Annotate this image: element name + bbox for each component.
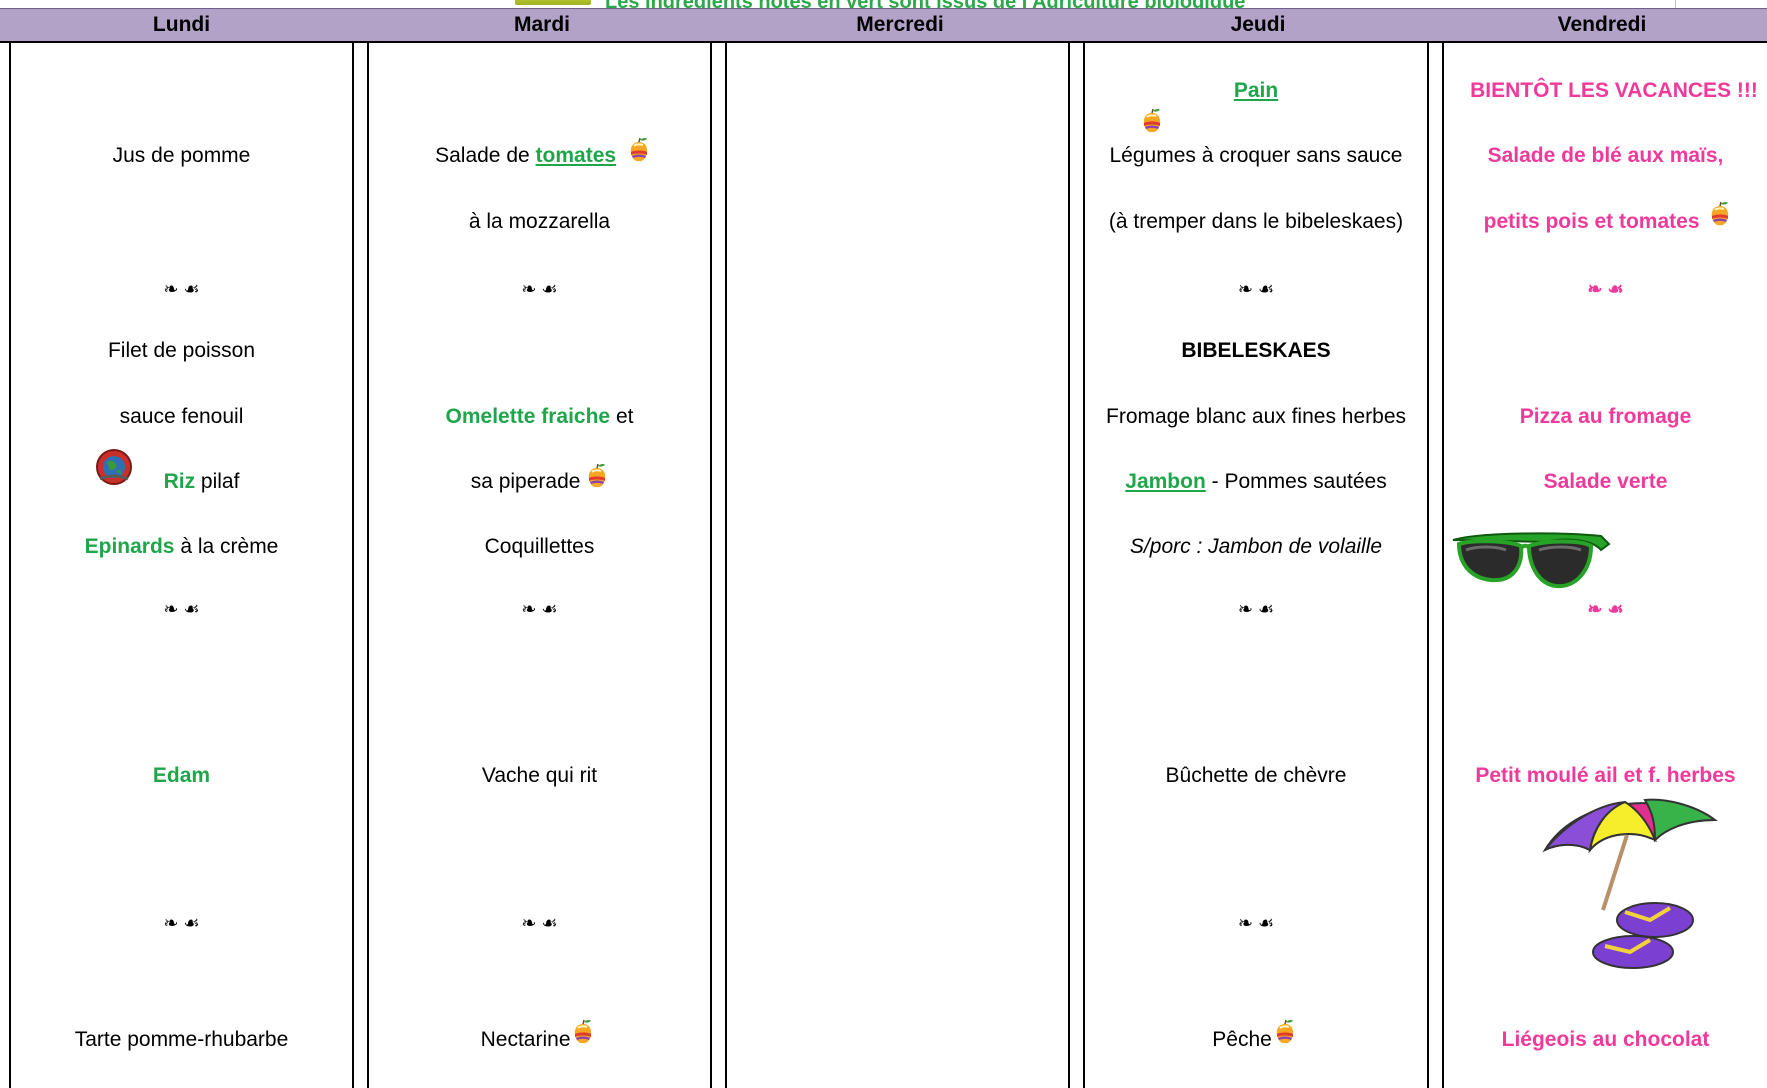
ornament-glyphs: ❧ ☙ (1587, 279, 1624, 299)
mardi-plat-2: sa piperade (369, 469, 710, 495)
bio-apple-icon (622, 143, 644, 169)
bio-legend-banner: Les ingrédients notés en vert sont issus… (0, 0, 1767, 13)
vendredi-line-1: BIENTÔT LES VACANCES !!! (1470, 79, 1758, 102)
riz-rest: pilaf (200, 470, 240, 493)
column-mercredi (727, 42, 1068, 1088)
jambon-bio-label: Jambon (1125, 470, 1206, 493)
lundi-epinards: Epinards à la crème (11, 534, 352, 560)
lundi-plat-2: sauce fenouil (119, 405, 244, 428)
separator-ornament: ❧ ☙ (369, 276, 710, 302)
day-vendredi: Vendredi (1557, 13, 1647, 36)
column-lundi: Jus de pomme ❧ ☙ Filet de poisson sauce … (11, 42, 352, 1088)
separator-ornament: ❧ ☙ (1444, 596, 1767, 622)
vendredi-line-3: petits pois et tomates (1444, 209, 1767, 235)
separator-ornament: ❧ ☙ (1085, 596, 1427, 622)
ornament-glyphs: ❧ ☙ (163, 279, 200, 299)
parasol-flipflops-image (1542, 798, 1719, 969)
separator-ornament: ❧ ☙ (1085, 910, 1427, 936)
mardi-dessert: Nectarine (369, 1027, 710, 1053)
separator-ornament: ❧ ☙ (11, 276, 352, 302)
leaf-logo-icon (515, 0, 591, 5)
mardi-entree-1a: Salade de (435, 144, 530, 167)
days-header: Lundi Mardi Mercredi Jeudi Vendredi (0, 8, 1767, 43)
bio-apple-icon (576, 1027, 598, 1053)
mardi-plat-1: Omelette fraiche et (369, 404, 710, 430)
jeudi-plat-2: Jambon - Pommes sautées (1085, 469, 1427, 495)
ornament-glyphs: ❧ ☙ (521, 279, 558, 299)
lundi-riz: Riz pilaf (11, 449, 352, 495)
lundi-plat-1: Filet de poisson (107, 339, 256, 362)
vendredi-line-3-text: petits pois et tomates (1483, 210, 1700, 233)
vendredi-line-7: Liégeois au chocolat (1501, 1028, 1710, 1051)
vendredi-line-4: Pizza au fromage (1519, 405, 1692, 428)
grid-line (1427, 42, 1429, 1088)
epinards-bio-label: Epinards (84, 535, 175, 558)
day-mardi: Mardi (513, 13, 570, 36)
ornament-glyphs: ❧ ☙ (1237, 279, 1275, 299)
riz-bio-label: Riz (163, 470, 196, 493)
separator-ornament: ❧ ☙ (1444, 276, 1767, 302)
lundi-fromage: Edam (152, 764, 211, 787)
bio-apple-icon (586, 469, 608, 495)
grid-line (352, 42, 354, 1088)
tomates-bio-label: tomates (535, 144, 617, 167)
bio-apple-icon (1705, 209, 1727, 235)
separator-ornament: ❧ ☙ (11, 910, 352, 936)
sunglasses-image (1452, 532, 1611, 589)
jeudi-dessert: Pêche (1085, 1027, 1427, 1053)
ornament-glyphs: ❧ ☙ (1587, 599, 1624, 619)
separator-ornament: ❧ ☙ (1085, 276, 1427, 302)
jeudi-plat-title: BIBELESKAES (1181, 339, 1331, 362)
bio-apple-icon (1278, 1027, 1300, 1053)
lundi-entree: Jus de pomme (112, 144, 251, 167)
mardi-plat-2-text: sa piperade (470, 470, 581, 493)
ornament-glyphs: ❧ ☙ (163, 599, 200, 619)
jeudi-entree-2: (à tremper dans le bibeleskaes) (1108, 210, 1404, 233)
ornament-glyphs: ❧ ☙ (521, 599, 558, 619)
column-jeudi: Pain Légumes à croquer sans sauce (à tre… (1085, 42, 1427, 1088)
jeudi-entree-1: Légumes à croquer sans sauce (1109, 144, 1403, 167)
jeudi-plat-1: Fromage blanc aux fines herbes (1106, 405, 1406, 428)
grid-line (1068, 42, 1070, 1088)
separator-ornament: ❧ ☙ (369, 910, 710, 936)
ornament-glyphs: ❧ ☙ (163, 913, 200, 933)
jeudi-pain: Pain (1233, 79, 1279, 102)
separator-ornament: ❧ ☙ (11, 596, 352, 622)
jeudi-plat-3: S/porc : Jambon de volaille (1129, 535, 1383, 558)
day-lundi: Lundi (152, 13, 211, 36)
column-mardi: Salade de tomates à la mozzarella ❧ ☙ Om… (369, 42, 710, 1088)
grid-line (710, 42, 712, 1088)
epinards-rest: à la crème (180, 535, 279, 558)
jeudi-fromage: Bûchette de chèvre (1165, 764, 1347, 787)
mardi-fromage: Vache qui rit (481, 764, 598, 787)
ornament-glyphs: ❧ ☙ (1237, 599, 1275, 619)
mardi-plat-1b: et (615, 405, 634, 428)
earth-logo-icon (95, 449, 144, 495)
day-mercredi: Mercredi (856, 13, 944, 36)
day-jeudi: Jeudi (1230, 13, 1286, 36)
mardi-entree-2: à la mozzarella (468, 210, 611, 233)
lundi-dessert: Tarte pomme-rhubarbe (74, 1028, 289, 1051)
vendredi-line-2: Salade de blé aux maïs, (1487, 144, 1724, 167)
separator-ornament: ❧ ☙ (369, 596, 710, 622)
mardi-plat-3: Coquillettes (484, 535, 595, 558)
jeudi-plat-2-rest: - Pommes sautées (1211, 470, 1387, 493)
omelette-bio-label: Omelette fraiche (445, 405, 611, 428)
ornament-glyphs: ❧ ☙ (1237, 913, 1275, 933)
jeudi-dessert-text: Pêche (1212, 1028, 1272, 1051)
mardi-entree-1: Salade de tomates (369, 143, 710, 169)
mardi-dessert-text: Nectarine (480, 1028, 571, 1051)
bio-apple-icon (1141, 108, 1163, 134)
ornament-glyphs: ❧ ☙ (521, 913, 558, 933)
vendredi-line-5: Salade verte (1543, 470, 1668, 493)
